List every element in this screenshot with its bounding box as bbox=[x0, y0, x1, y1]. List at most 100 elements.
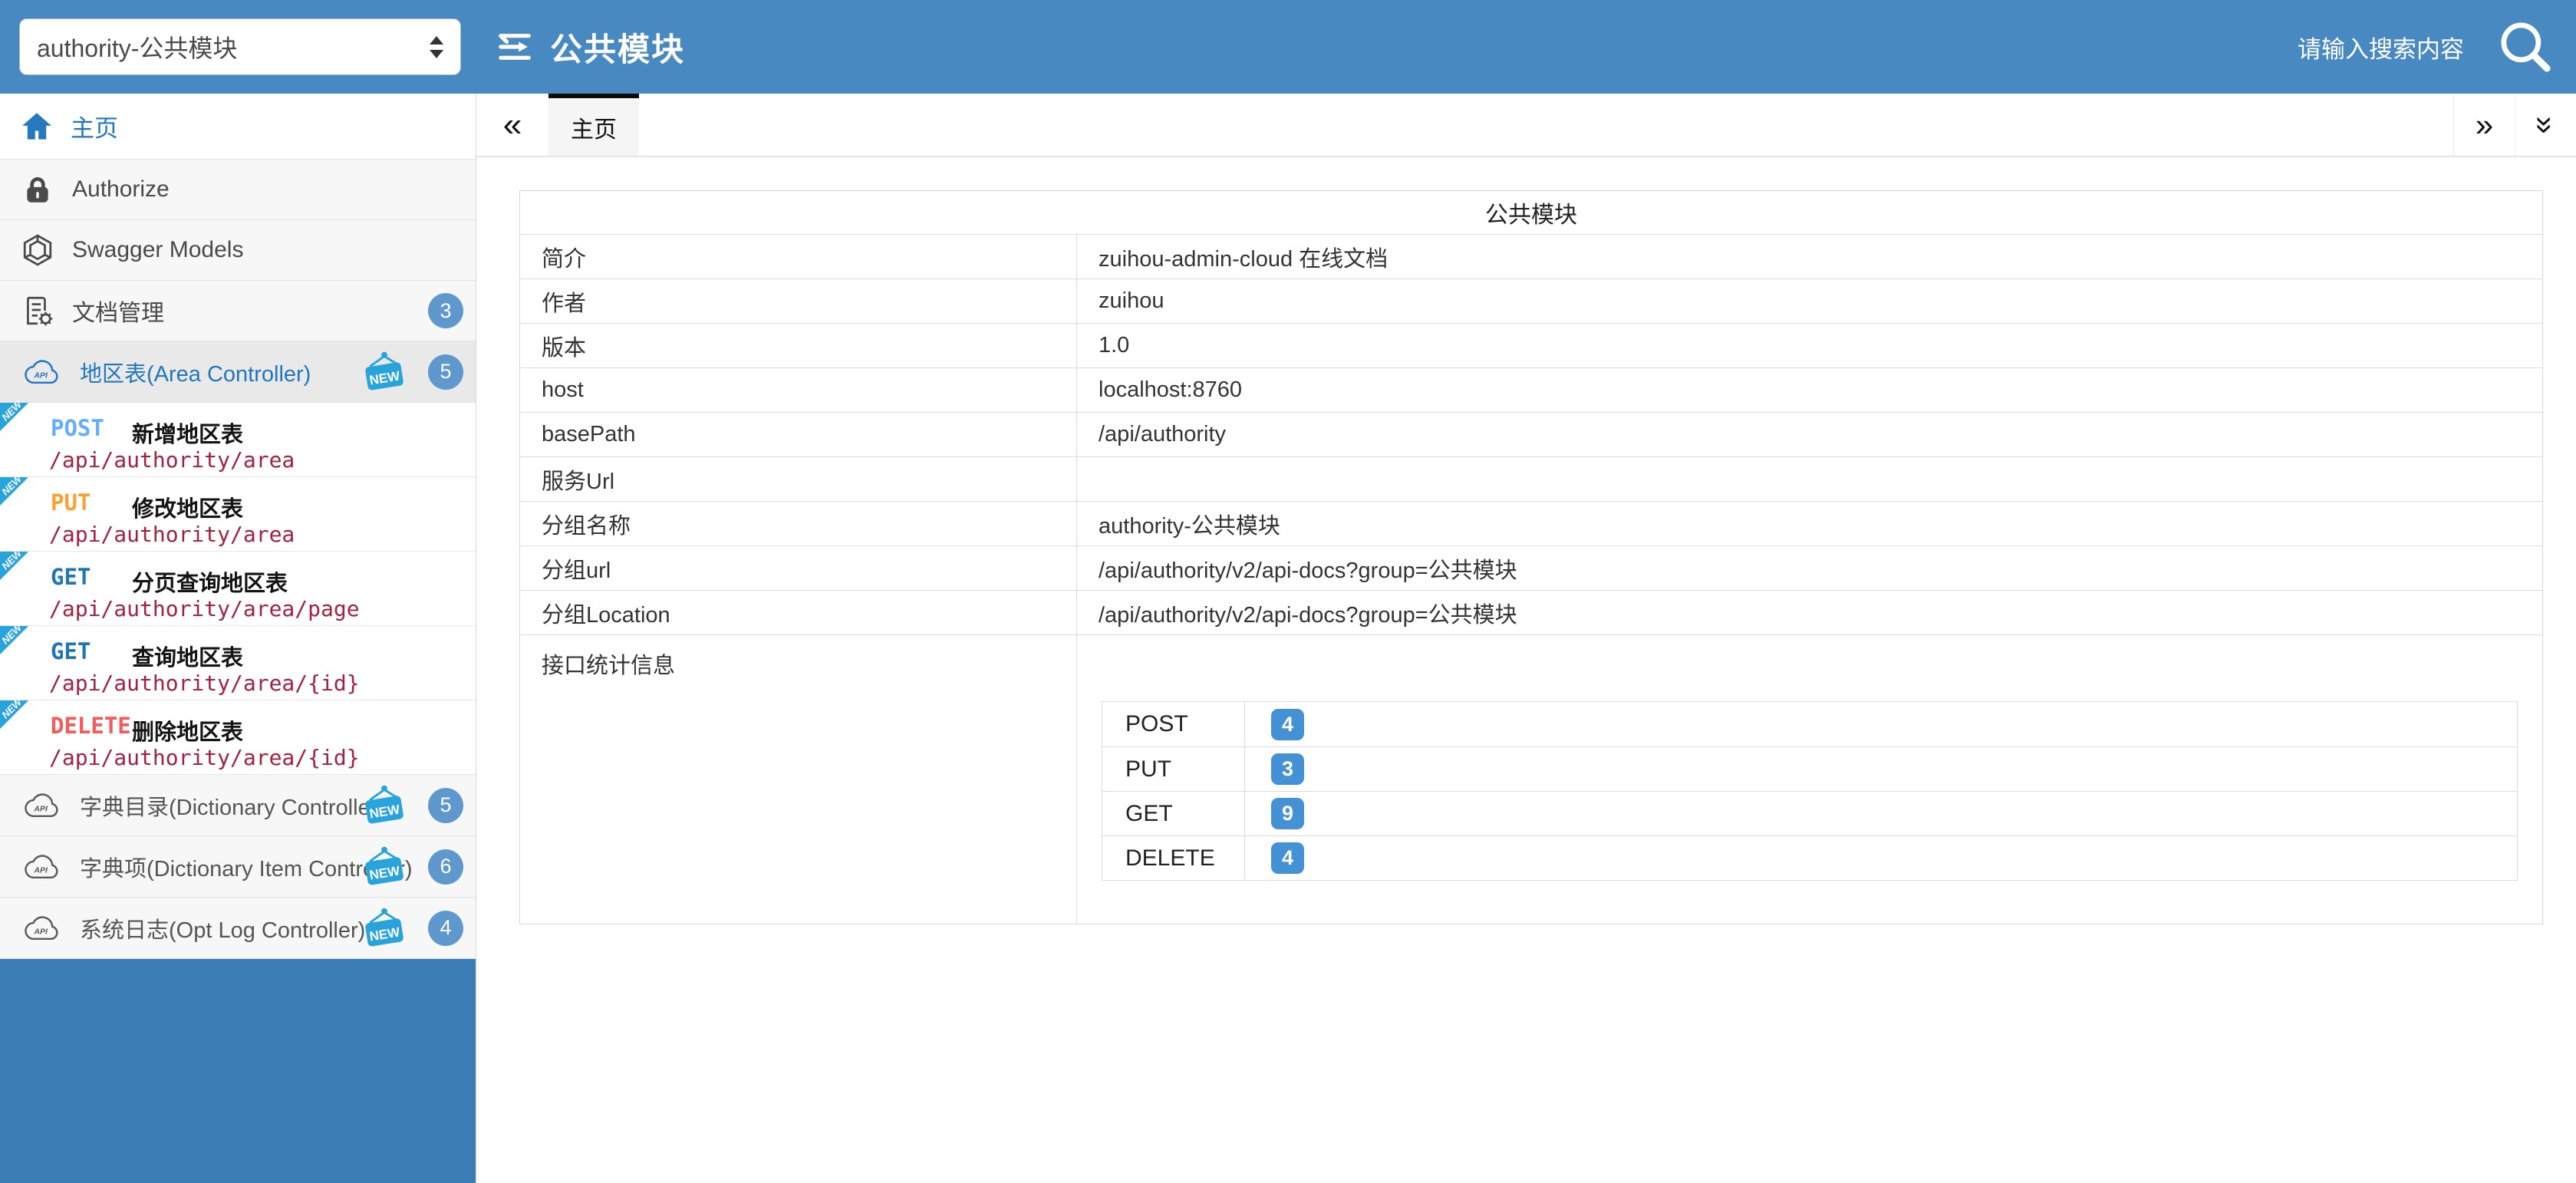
method-label: PUT bbox=[51, 489, 91, 516]
endpoint-title: 分页查询地区表 bbox=[132, 565, 288, 598]
endpoint-item[interactable]: NEW GET 查询地区表 /api/authority/area/{id} bbox=[0, 626, 476, 700]
row-value: 1.0 bbox=[1077, 324, 2542, 367]
stats-method: POST bbox=[1102, 702, 1245, 746]
search-input[interactable]: 请输入搜索内容 bbox=[2298, 0, 2553, 94]
row-label: 接口统计信息 bbox=[520, 635, 1077, 924]
table-row: basePath /api/authority bbox=[520, 412, 2542, 456]
stats-row: PUT 3 bbox=[1102, 746, 2517, 791]
sidebar-controller-dictionary-item[interactable]: API 字典项(Dictionary Item Controller) NEW … bbox=[0, 836, 476, 898]
page-title: 公共模块 bbox=[550, 24, 685, 71]
row-value: zuihou-admin-cloud 在线文档 bbox=[1077, 235, 2542, 278]
endpoint-path: /api/authority/area/{id} bbox=[49, 671, 360, 696]
tabs-scroll-left-button[interactable]: « bbox=[476, 94, 548, 156]
table-row: 版本 1.0 bbox=[520, 323, 2542, 367]
tabs-pulldown-button[interactable]: » bbox=[2515, 94, 2576, 156]
new-tag-icon: NEW bbox=[359, 351, 410, 393]
group-select[interactable]: authority-公共模块 bbox=[19, 18, 461, 75]
stats-method: DELETE bbox=[1102, 836, 1245, 880]
row-label: 服务Url bbox=[520, 457, 1077, 501]
endpoint-title: 删除地区表 bbox=[132, 714, 243, 746]
sidebar-item-label: Authorize bbox=[72, 176, 170, 203]
main-panel: « 主页 » » 公共模块 简介 zuihou-admin-cloud 在线文档… bbox=[476, 94, 2576, 1183]
method-label: POST bbox=[51, 415, 104, 441]
new-corner-icon: NEW bbox=[0, 552, 28, 580]
endpoint-path: /api/authority/area/page bbox=[49, 596, 360, 621]
row-label: 简介 bbox=[520, 235, 1077, 278]
row-value: zuihou bbox=[1077, 279, 2542, 323]
row-label: 分组url bbox=[520, 546, 1077, 590]
select-updown-icon bbox=[430, 36, 443, 58]
row-value: /api/authority bbox=[1077, 413, 2542, 456]
svg-text:API: API bbox=[33, 371, 48, 380]
new-tag-icon: NEW bbox=[359, 908, 410, 949]
new-tag-icon: NEW bbox=[359, 785, 410, 826]
table-row-api-stats: 接口统计信息 POST 4 PUT 3 GET 9 bbox=[520, 634, 2542, 924]
stats-count-badge: 3 bbox=[1271, 753, 1304, 785]
menu-arrows-icon bbox=[495, 29, 535, 64]
search-placeholder: 请输入搜索内容 bbox=[2298, 30, 2464, 64]
table-row: 分组url /api/authority/v2/api-docs?group=公… bbox=[520, 545, 2542, 590]
sidebar-item-authorize[interactable]: Authorize bbox=[0, 160, 476, 220]
table-row: 服务Url bbox=[520, 456, 2542, 501]
row-value: /api/authority/v2/api-docs?group=公共模块 bbox=[1077, 591, 2542, 634]
row-label: 分组Location bbox=[520, 591, 1077, 634]
app-title: 公共模块 bbox=[495, 0, 685, 94]
new-corner-icon: NEW bbox=[0, 700, 28, 729]
sidebar-controller-area[interactable]: API 地区表(Area Controller) NEW 5 bbox=[0, 341, 476, 403]
endpoint-path: /api/authority/area bbox=[49, 447, 295, 473]
count-badge: 5 bbox=[428, 788, 463, 823]
count-badge: 3 bbox=[428, 293, 463, 328]
endpoint-title: 修改地区表 bbox=[132, 491, 243, 523]
cloud-api-icon: API bbox=[21, 852, 61, 881]
sidebar-item-label: 文档管理 bbox=[72, 294, 164, 328]
hexagon-model-icon bbox=[21, 234, 54, 266]
document-gear-icon bbox=[21, 295, 54, 327]
tabs-scroll-right-button[interactable]: » bbox=[2453, 94, 2515, 156]
tab-bar: « 主页 » » bbox=[476, 94, 2576, 157]
svg-text:API: API bbox=[33, 804, 48, 813]
tab-home[interactable]: 主页 bbox=[548, 94, 639, 156]
table-row: 分组名称 authority-公共模块 bbox=[520, 501, 2542, 545]
stats-method: PUT bbox=[1102, 747, 1245, 791]
method-label: GET bbox=[51, 564, 91, 590]
sidebar-item-home[interactable]: 主页 bbox=[0, 94, 476, 160]
search-icon[interactable] bbox=[2498, 19, 2553, 74]
sidebar-item-label: 主页 bbox=[71, 109, 118, 143]
sidebar-controller-opt-log[interactable]: API 系统日志(Opt Log Controller) NEW 4 bbox=[0, 898, 476, 959]
endpoint-list: NEW POST 新增地区表 /api/authority/area NEW P… bbox=[0, 403, 476, 775]
row-value bbox=[1077, 457, 2542, 501]
row-label: host bbox=[520, 368, 1077, 412]
row-label: 作者 bbox=[520, 279, 1077, 323]
cloud-api-icon: API bbox=[21, 358, 61, 387]
row-value: localhost:8760 bbox=[1077, 368, 2542, 412]
sidebar-footer bbox=[0, 959, 476, 1183]
api-stats-table: POST 4 PUT 3 GET 9 DELETE 4 bbox=[1102, 701, 2518, 881]
stats-count-badge: 4 bbox=[1271, 842, 1304, 874]
new-corner-icon: NEW bbox=[0, 626, 28, 654]
table-row: host localhost:8760 bbox=[520, 367, 2542, 412]
row-label: 版本 bbox=[520, 324, 1077, 367]
row-value: authority-公共模块 bbox=[1077, 502, 2542, 545]
endpoint-item[interactable]: NEW GET 分页查询地区表 /api/authority/area/page bbox=[0, 552, 476, 626]
row-label: basePath bbox=[520, 413, 1077, 456]
stats-row: GET 9 bbox=[1102, 791, 2517, 835]
count-badge: 6 bbox=[428, 849, 463, 885]
endpoint-path: /api/authority/area/{id} bbox=[49, 745, 360, 770]
count-badge: 5 bbox=[428, 354, 463, 390]
sidebar-controller-dictionary[interactable]: API 字典目录(Dictionary Controller) NEW 5 bbox=[0, 775, 476, 836]
stats-method: GET bbox=[1102, 792, 1245, 835]
new-tag-icon: NEW bbox=[359, 846, 410, 888]
endpoint-item[interactable]: NEW PUT 修改地区表 /api/authority/area bbox=[0, 477, 476, 552]
endpoint-item[interactable]: NEW DELETE 删除地区表 /api/authority/area/{id… bbox=[0, 700, 476, 775]
endpoint-item[interactable]: NEW POST 新增地区表 /api/authority/area bbox=[0, 403, 476, 477]
method-label: DELETE bbox=[51, 713, 131, 739]
sidebar-item-label: Swagger Models bbox=[72, 237, 243, 263]
controller-label: 字典目录(Dictionary Controller) bbox=[80, 789, 385, 822]
sidebar-item-doc-manage[interactable]: 文档管理 3 bbox=[0, 281, 476, 341]
endpoint-title: 查询地区表 bbox=[132, 640, 243, 672]
stats-row: DELETE 4 bbox=[1102, 835, 2517, 880]
chevron-down-icon: » bbox=[2527, 116, 2564, 133]
sidebar-item-swagger-models[interactable]: Swagger Models bbox=[0, 220, 476, 281]
svg-text:API: API bbox=[33, 865, 48, 875]
table-title: 公共模块 bbox=[520, 191, 2542, 234]
